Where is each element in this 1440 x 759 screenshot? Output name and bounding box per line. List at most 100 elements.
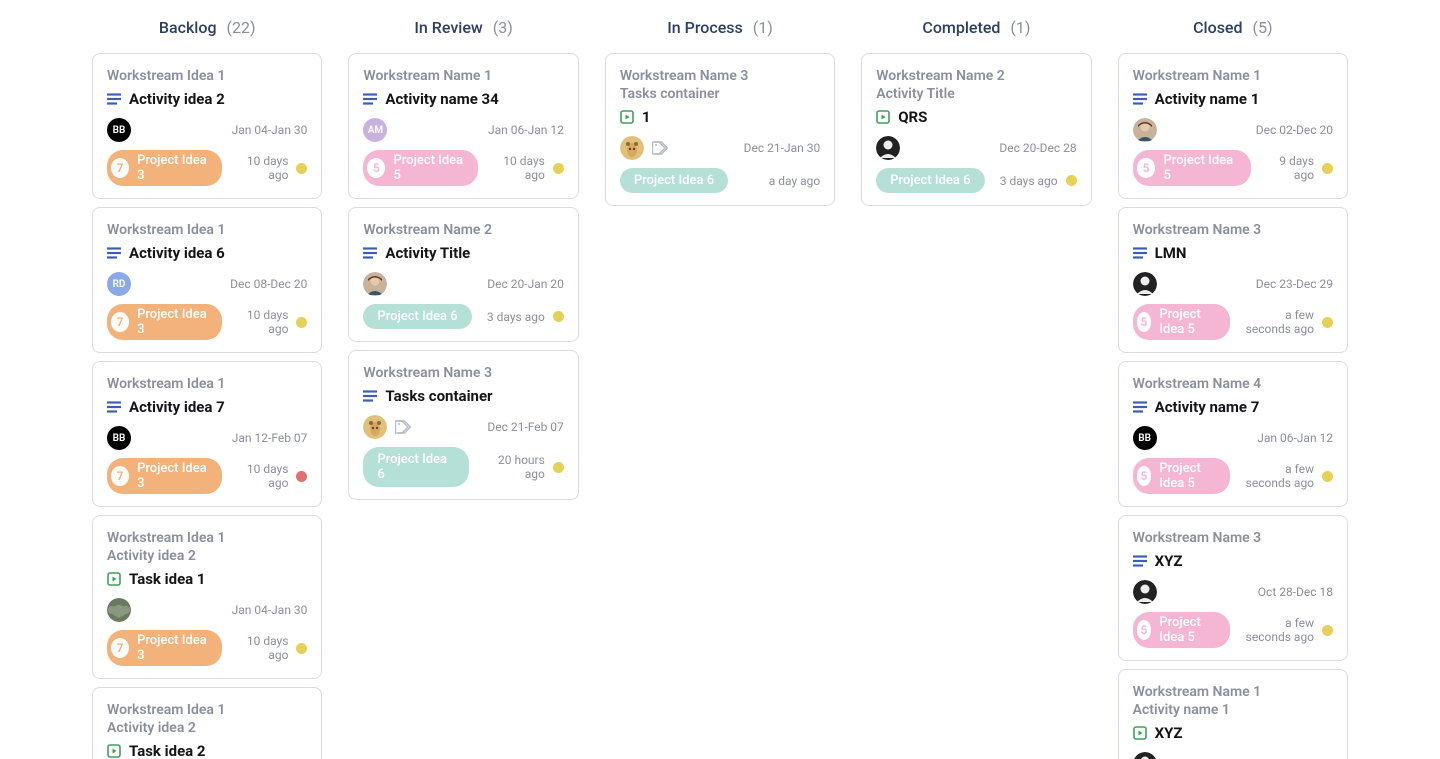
time-ago: 9 days ago	[1259, 154, 1314, 182]
kanban-card[interactable]: Workstream Name 3Tasks container 1 Dec 2…	[605, 53, 835, 206]
kanban-card[interactable]: Workstream Idea 1 Activity idea 2 Task id…	[92, 515, 322, 679]
kanban-card[interactable]: Workstream Name 1 Activity name 34 AMJan…	[348, 53, 578, 199]
card-title: XYZ	[1155, 724, 1183, 742]
pill-label: Project Idea 3	[137, 153, 210, 183]
card-meta: Dec 23-Dec 29	[1133, 272, 1333, 296]
project-pill[interactable]: 7Project Idea 3	[107, 304, 222, 340]
card-footer: Project Idea 63 days ago	[363, 304, 563, 329]
status-dot	[296, 643, 307, 654]
card-title: Activity name 34	[385, 90, 498, 108]
card-title: Task idea 1	[129, 570, 206, 588]
column-header[interactable]: Backlog (22)	[88, 0, 326, 53]
column-cards[interactable]: Workstream Name 1 Activity name 1 Dec 02…	[1114, 53, 1352, 759]
column-title: In Process	[667, 18, 743, 37]
date-range: Jan 06-Jan 12	[1257, 431, 1333, 445]
project-pill[interactable]: Project Idea 6	[620, 168, 728, 193]
column-inprocess: In Process (1) Workstream Name 3Tasks co…	[601, 0, 839, 759]
kanban-card[interactable]: Workstream Idea 1 Activity idea 6 RDDec …	[92, 207, 322, 353]
column-header[interactable]: Completed (1)	[857, 0, 1095, 53]
workstream-path: Workstream Idea 1	[107, 530, 307, 546]
card-footer: 5Project Idea 5 10 days ago	[363, 150, 563, 186]
date-range: Dec 21-Jan 30	[744, 141, 821, 155]
date-range: Oct 28-Dec 18	[1258, 585, 1333, 599]
project-pill[interactable]: 7Project Idea 3	[107, 630, 222, 666]
date-range: Dec 02-Dec 20	[1256, 123, 1333, 137]
card-footer: 5Project Idea 5a few seconds ago	[1133, 458, 1333, 494]
avatar: BB	[1133, 426, 1157, 450]
column-backlog: Backlog (22) Workstream Idea 1 Activity …	[88, 0, 326, 759]
avatar	[107, 598, 131, 622]
list-icon	[363, 390, 377, 402]
card-title-row: Activity idea 2	[107, 90, 307, 108]
column-count: (22)	[227, 18, 256, 37]
pill-label: Project Idea 5	[1159, 461, 1218, 491]
pill-count: 5	[1137, 312, 1152, 332]
column-header[interactable]: Closed (5)	[1114, 0, 1352, 53]
workstream-path: Workstream Name 1	[1133, 684, 1333, 700]
avatar	[620, 136, 644, 160]
column-title: In Review	[414, 18, 482, 37]
card-footer: 7Project Idea 310 days ago	[107, 304, 307, 340]
card-title: Activity idea 7	[129, 398, 225, 416]
project-pill[interactable]: Project Idea 6	[363, 304, 471, 329]
pill-count: 7	[111, 466, 129, 486]
card-meta: BBJan 04-Jan 30	[107, 118, 307, 142]
workstream-path: Workstream Name 3	[1133, 530, 1333, 546]
pill-label: Project Idea 5	[1159, 615, 1218, 645]
list-icon	[1133, 401, 1147, 413]
card-title: Activity idea 2	[129, 90, 225, 108]
play-icon	[107, 572, 121, 586]
column-header[interactable]: In Process (1)	[601, 0, 839, 53]
workstream-path: Workstream Name 2	[876, 68, 1076, 84]
project-pill[interactable]: 5Project Idea 5	[1133, 458, 1231, 494]
project-pill[interactable]: 5Project Idea 5	[1133, 150, 1252, 186]
column-cards[interactable]: Workstream Name 3Tasks container 1 Dec 2…	[601, 53, 839, 759]
column-cards[interactable]: Workstream Name 1 Activity name 34 AMJan…	[344, 53, 582, 759]
workstream-path: Workstream Name 1	[363, 68, 563, 84]
kanban-card[interactable]: Workstream Name 1 Activity name 1 Dec 02…	[1118, 53, 1348, 199]
kanban-card[interactable]: Workstream Idea 1Activity idea 2 Task id…	[92, 687, 322, 759]
kanban-card[interactable]: Workstream Name 3 LMN Dec 23-Dec 29 5Pro…	[1118, 207, 1348, 353]
column-header[interactable]: In Review (3)	[344, 0, 582, 53]
pill-label: Project Idea 5	[1159, 307, 1218, 337]
play-icon	[620, 110, 634, 124]
kanban-card[interactable]: Workstream Name 2 Activity Title Dec 20-…	[348, 207, 578, 342]
workstream-path: Activity idea 2	[107, 548, 307, 564]
project-pill[interactable]: 5 Project Idea 5	[1133, 304, 1231, 340]
avatar	[1133, 752, 1157, 759]
kanban-card[interactable]: Workstream Name 2Activity Title QRS Dec …	[861, 53, 1091, 206]
kanban-card[interactable]: Workstream Idea 1 Activity idea 7 BBJan …	[92, 361, 322, 507]
card-title: Tasks container	[385, 387, 492, 405]
column-count: (3)	[493, 18, 513, 37]
project-pill[interactable]: Project Idea 6	[876, 168, 984, 193]
kanban-card[interactable]: Workstream Name 3 Tasks container Dec 21…	[348, 350, 578, 500]
pill-label: Project Idea 3	[137, 307, 210, 337]
kanban-card[interactable]: Workstream Name 1Activity name 1 XYZ Dec…	[1118, 669, 1348, 759]
time-ago: 10 days ago	[230, 154, 289, 182]
list-icon	[1133, 247, 1147, 259]
column-title: Completed	[922, 18, 1000, 37]
play-icon	[876, 110, 890, 124]
project-pill[interactable]: 7Project Idea 3	[107, 150, 222, 186]
card-meta: Dec 21-Feb 07	[363, 415, 563, 439]
kanban-card[interactable]: Workstream Name 3 XYZ Oct 28-Dec 18 5Pro…	[1118, 515, 1348, 661]
pill-label: Project Idea 6	[634, 173, 714, 188]
list-icon	[107, 401, 121, 413]
workstream-path: Workstream Idea 1	[107, 702, 307, 718]
date-range: Jan 06-Jan 12	[488, 123, 564, 137]
card-footer: 7Project Idea 3 10 days ago	[107, 150, 307, 186]
status-dot	[553, 311, 564, 322]
time-ago: 10 days ago	[486, 154, 545, 182]
kanban-card[interactable]: Workstream Idea 1 Activity idea 2 BBJan …	[92, 53, 322, 199]
project-pill[interactable]: 7Project Idea 3	[107, 458, 222, 494]
card-title: XYZ	[1155, 552, 1183, 570]
column-cards[interactable]: Workstream Idea 1 Activity idea 2 BBJan …	[88, 53, 326, 759]
project-pill[interactable]: 5Project Idea 5	[1133, 612, 1231, 648]
kanban-card[interactable]: Workstream Name 4 Activity name 7 BBJan …	[1118, 361, 1348, 507]
card-title: Task idea 2	[129, 742, 206, 759]
column-cards[interactable]: Workstream Name 2Activity Title QRS Dec …	[857, 53, 1095, 759]
project-pill[interactable]: Project Idea 6	[363, 447, 469, 487]
project-pill[interactable]: 5Project Idea 5	[363, 150, 478, 186]
workstream-path: Workstream Name 1	[1133, 68, 1333, 84]
date-range: Jan 04-Jan 30	[232, 123, 308, 137]
